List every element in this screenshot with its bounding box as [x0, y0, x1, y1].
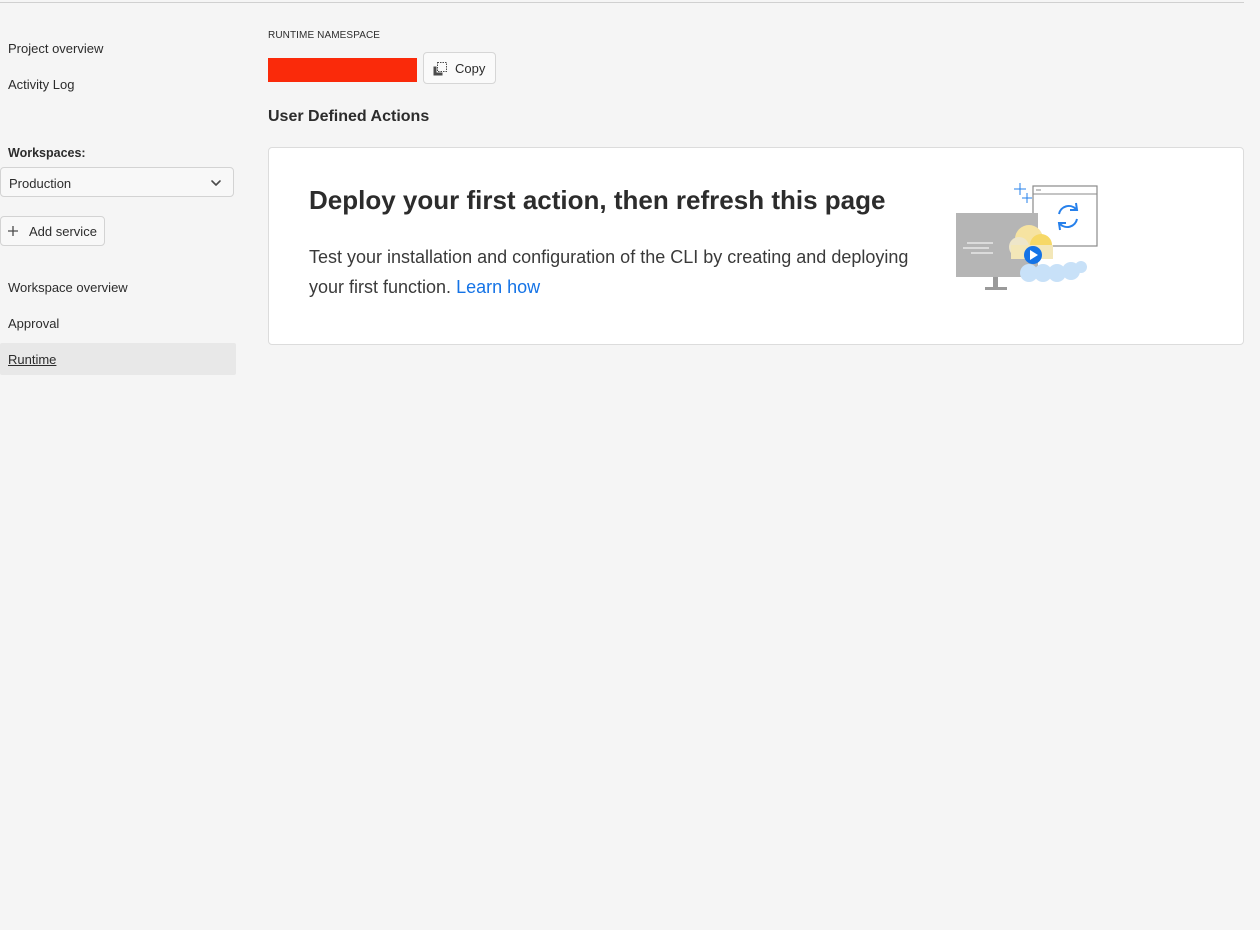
empty-state-heading: Deploy your first action, then refresh t…: [309, 185, 886, 215]
copy-icon: [433, 62, 447, 76]
learn-how-link[interactable]: Learn how: [456, 277, 540, 297]
nav-workspace-overview[interactable]: Workspace overview: [8, 280, 128, 295]
workspaces-label: Workspaces:: [8, 146, 86, 160]
workspace-picker[interactable]: Production: [0, 167, 234, 197]
empty-state-card: Deploy your first action, then refresh t…: [268, 147, 1244, 345]
add-service-button[interactable]: Add service: [0, 216, 105, 246]
nav-runtime[interactable]: Runtime: [8, 352, 56, 367]
chevron-down-icon: [211, 180, 221, 186]
runtime-namespace-label: RUNTIME NAMESPACE: [268, 30, 381, 41]
copy-label: Copy: [455, 61, 486, 76]
plus-icon: [8, 226, 18, 236]
cloud-deploy-illustration: [956, 183, 1098, 290]
runtime-namespace-value-redacted: [268, 58, 417, 82]
workspace-picker-value: Production: [9, 176, 72, 191]
nav-project-overview[interactable]: Project overview: [8, 41, 103, 56]
empty-state-body: Test your installation and configuration…: [309, 242, 939, 302]
sidebar: Project overview Activity Log Workspaces…: [0, 0, 236, 930]
nav-activity-log[interactable]: Activity Log: [8, 77, 74, 92]
user-defined-actions-title: User Defined Actions: [268, 108, 430, 125]
empty-state-body-text: Test your installation and configuration…: [309, 247, 909, 297]
add-service-label: Add service: [29, 224, 97, 239]
nav-approval[interactable]: Approval: [8, 316, 59, 331]
copy-button[interactable]: Copy: [423, 52, 496, 84]
